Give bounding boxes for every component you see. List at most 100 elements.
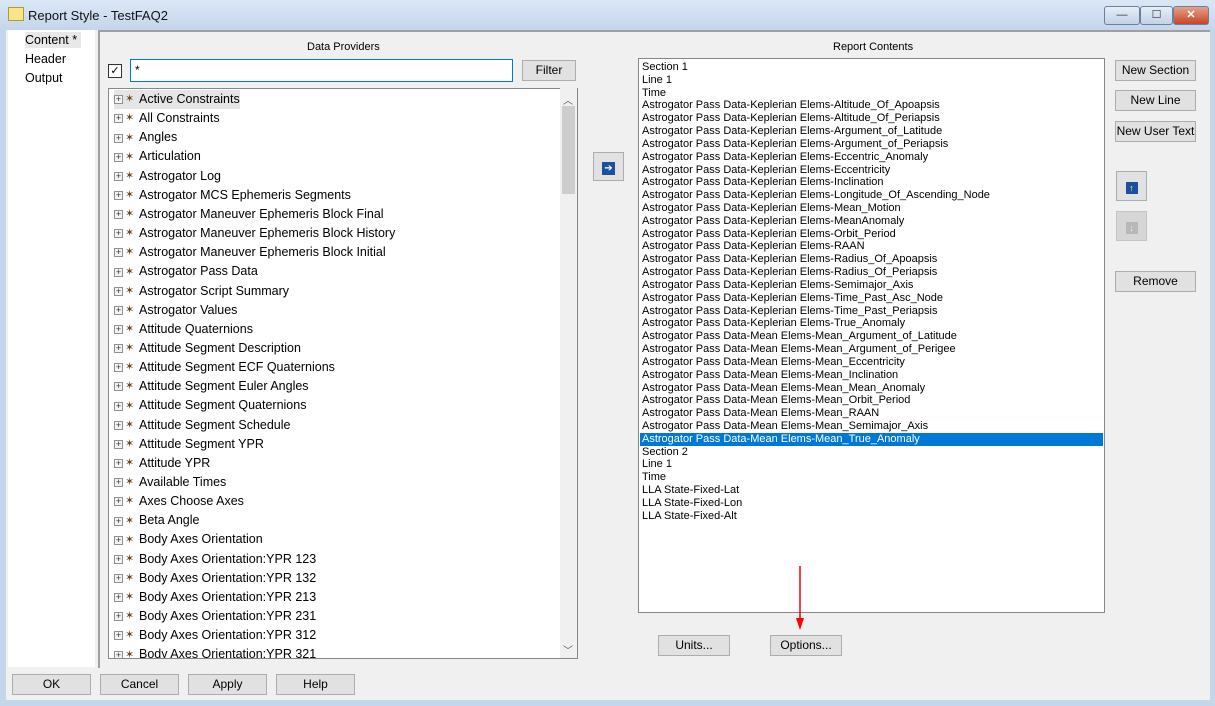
provider-item[interactable]: + ✶ Attitude Segment Description — [114, 339, 301, 358]
provider-item[interactable]: + ✶ Active Constraints — [114, 90, 240, 109]
filter-button[interactable]: Filter — [522, 60, 576, 81]
expand-icon[interactable]: + — [114, 171, 123, 181]
report-content-item[interactable]: Astrogator Pass Data-Keplerian Elems-Rad… — [640, 266, 1103, 279]
report-content-item[interactable]: Astrogator Pass Data-Keplerian Elems-Alt… — [640, 99, 1103, 112]
provider-item[interactable]: + ✶ Body Axes Orientation:YPR 231 — [114, 607, 316, 626]
expand-icon[interactable]: + — [114, 573, 123, 583]
nav-item-output[interactable]: Output — [25, 70, 63, 86]
report-content-item[interactable]: Astrogator Pass Data-Keplerian Elems-Tim… — [640, 305, 1103, 318]
provider-item[interactable]: + ✶ Astrogator Log — [114, 167, 221, 186]
report-content-item[interactable]: Astrogator Pass Data-Mean Elems-Mean_Ecc… — [640, 356, 1103, 369]
provider-item[interactable]: + ✶ Attitude Segment YPR — [114, 435, 264, 454]
report-content-item[interactable]: Astrogator Pass Data-Keplerian Elems-Alt… — [640, 112, 1103, 125]
expand-icon[interactable]: + — [114, 114, 123, 124]
provider-item[interactable]: + ✶ Available Times — [114, 473, 226, 492]
report-content-item[interactable]: Astrogator Pass Data-Keplerian Elems-Mea… — [640, 202, 1103, 215]
apply-button[interactable]: Apply — [188, 674, 267, 695]
expand-icon[interactable]: + — [114, 305, 123, 315]
provider-item[interactable]: + ✶ Body Axes Orientation — [114, 530, 263, 549]
provider-item[interactable]: + ✶ Astrogator Script Summary — [114, 282, 289, 301]
report-content-item[interactable]: Astrogator Pass Data-Mean Elems-Mean_Mea… — [640, 382, 1103, 395]
expand-icon[interactable]: + — [114, 535, 123, 545]
filter-checkbox[interactable]: ✓ — [108, 64, 122, 78]
provider-item[interactable]: + ✶ Angles — [114, 128, 177, 147]
report-content-item[interactable]: Astrogator Pass Data-Mean Elems-Mean_Arg… — [640, 330, 1103, 343]
provider-item[interactable]: + ✶ Axes Choose Axes — [114, 492, 244, 511]
expand-icon[interactable]: + — [114, 439, 123, 449]
expand-icon[interactable]: + — [114, 267, 123, 277]
provider-item[interactable]: + ✶ Body Axes Orientation:YPR 123 — [114, 550, 316, 569]
data-providers-list[interactable]: + ✶ Active Constraints + ✶ All Constraints + ✶ A… — [108, 88, 578, 659]
ok-button[interactable]: OK — [12, 674, 91, 695]
provider-item[interactable]: + ✶ Beta Angle — [114, 511, 199, 530]
provider-item[interactable]: + ✶ Astrogator Maneuver Ephemeris Block Hi… — [114, 224, 395, 243]
report-content-item[interactable]: Time — [640, 471, 1103, 484]
provider-item[interactable]: + ✶ Astrogator Pass Data — [114, 262, 258, 281]
provider-item[interactable]: + ✶ Attitude Segment Euler Angles — [114, 377, 309, 396]
report-content-item[interactable]: Astrogator Pass Data-Keplerian Elems-Arg… — [640, 138, 1103, 151]
report-content-item[interactable]: Astrogator Pass Data-Mean Elems-Mean_Inc… — [640, 369, 1103, 382]
cancel-button[interactable]: Cancel — [100, 674, 179, 695]
report-content-item[interactable]: LLA State-Fixed-Lon — [640, 497, 1103, 510]
report-content-item[interactable]: Astrogator Pass Data-Keplerian Elems-Tim… — [640, 292, 1103, 305]
units-button[interactable]: Units... — [658, 635, 730, 656]
report-contents-list[interactable]: Section 1 Line 1 Time Astrogator Pass Data-… — [638, 58, 1105, 613]
options-button[interactable]: Options... — [770, 635, 842, 656]
provider-item[interactable]: + ✶ Attitude Segment Quaternions — [114, 396, 306, 415]
expand-icon[interactable]: + — [114, 459, 123, 469]
new-user-text-button[interactable]: New User Text — [1115, 121, 1196, 142]
report-content-item[interactable]: Astrogator Pass Data-Mean Elems-Mean_Arg… — [640, 343, 1103, 356]
expand-icon[interactable]: + — [114, 325, 123, 334]
expand-icon[interactable]: + — [114, 286, 123, 296]
expand-icon[interactable]: + — [114, 593, 123, 603]
report-content-item[interactable]: Time — [640, 87, 1103, 100]
report-content-item[interactable]: Astrogator Pass Data-Keplerian Elems-Arg… — [640, 125, 1103, 138]
report-content-item[interactable]: LLA State-Fixed-Alt — [640, 510, 1103, 523]
report-content-item[interactable]: Astrogator Pass Data-Keplerian Elems-Orb… — [640, 228, 1103, 241]
provider-item[interactable]: + ✶ All Constraints — [114, 109, 220, 128]
help-button[interactable]: Help — [276, 674, 355, 695]
report-content-item[interactable]: Astrogator Pass Data-Keplerian Elems-Inc… — [640, 176, 1103, 189]
expand-icon[interactable]: + — [114, 210, 123, 220]
provider-item[interactable]: + ✶ Astrogator MCS Ephemeris Segments — [114, 186, 351, 205]
provider-item[interactable]: + ✶ Attitude YPR — [114, 454, 210, 473]
provider-item[interactable]: + ✶ Articulation — [114, 147, 201, 166]
expand-icon[interactable]: + — [114, 95, 123, 105]
expand-icon[interactable]: + — [114, 344, 123, 354]
close-button[interactable]: ✕ — [1173, 6, 1209, 25]
provider-item[interactable]: + ✶ Body Axes Orientation:YPR 312 — [114, 626, 316, 645]
expand-icon[interactable]: + — [114, 631, 123, 641]
maximize-button[interactable]: ☐ — [1140, 6, 1173, 25]
scrollbar-thumb[interactable] — [562, 106, 575, 194]
expand-icon[interactable]: + — [114, 650, 123, 658]
scroll-down-icon[interactable]: ﹀ — [563, 642, 573, 657]
nav-item-header[interactable]: Header — [25, 51, 66, 67]
report-content-item[interactable]: Astrogator Pass Data-Keplerian Elems-RAA… — [640, 240, 1103, 253]
nav-item-content[interactable]: Content * — [25, 32, 82, 48]
report-content-item[interactable]: Astrogator Pass Data-Keplerian Elems-Sem… — [640, 279, 1103, 292]
expand-icon[interactable]: + — [114, 229, 123, 239]
move-up-button[interactable]: ↑ — [1116, 171, 1147, 201]
provider-item[interactable]: + ✶ Astrogator Values — [114, 301, 237, 320]
provider-item[interactable]: + ✶ Astrogator Maneuver Ephemeris Block In… — [114, 243, 386, 262]
provider-item[interactable]: + ✶ Body Axes Orientation:YPR 321 — [114, 645, 316, 658]
report-content-item[interactable]: Section 1 — [640, 61, 1103, 74]
filter-input[interactable]: * — [130, 59, 513, 82]
report-content-item[interactable]: Astrogator Pass Data-Mean Elems-Mean_Orb… — [640, 394, 1103, 407]
remove-button[interactable]: Remove — [1115, 271, 1196, 292]
provider-item[interactable]: + ✶ Body Axes Orientation:YPR 132 — [114, 569, 316, 588]
expand-icon[interactable]: + — [114, 516, 123, 526]
report-content-item[interactable]: Astrogator Pass Data-Mean Elems-Mean_RAA… — [640, 407, 1103, 420]
expand-icon[interactable]: + — [114, 152, 123, 162]
expand-icon[interactable]: + — [114, 612, 123, 622]
new-section-button[interactable]: New Section — [1115, 60, 1196, 81]
minimize-button[interactable]: — — [1104, 6, 1140, 25]
report-content-item[interactable]: Section 2 — [640, 446, 1103, 459]
expand-icon[interactable]: + — [114, 190, 123, 200]
report-content-item[interactable]: LLA State-Fixed-Lat — [640, 484, 1103, 497]
report-content-item[interactable]: Line 1 — [640, 458, 1103, 471]
provider-item[interactable]: + ✶ Attitude Segment ECF Quaternions — [114, 358, 335, 377]
expand-icon[interactable]: + — [114, 554, 123, 564]
expand-icon[interactable]: + — [114, 478, 123, 488]
expand-icon[interactable]: + — [114, 420, 123, 430]
